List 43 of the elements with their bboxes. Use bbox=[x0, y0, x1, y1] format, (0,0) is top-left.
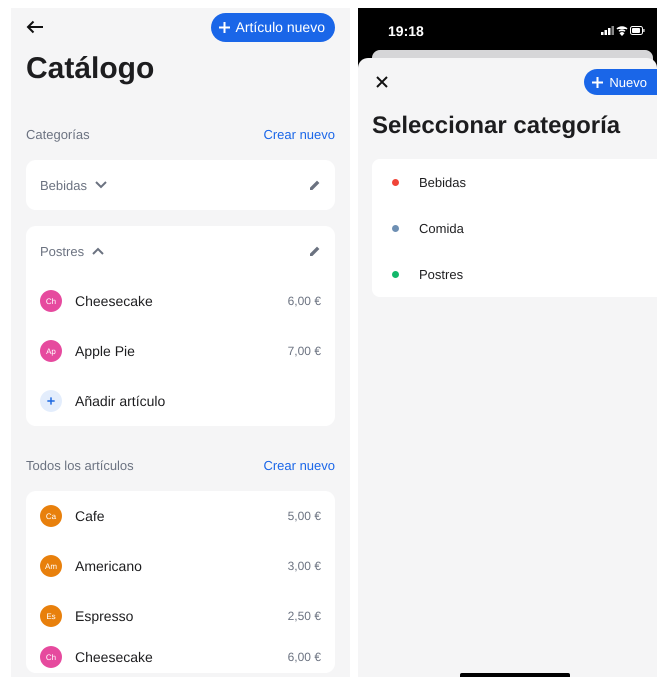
edit-icon[interactable] bbox=[309, 179, 321, 191]
new-item-button[interactable]: Artículo nuevo bbox=[210, 12, 335, 42]
chevron-down-icon[interactable] bbox=[94, 181, 107, 189]
category-option[interactable]: Comida bbox=[419, 220, 464, 236]
chevron-up-icon[interactable] bbox=[92, 247, 104, 255]
item-price: 5,00 € bbox=[288, 509, 321, 523]
create-new-link[interactable]: Crear nuevo bbox=[263, 458, 335, 472]
status-icons-drawing bbox=[601, 25, 645, 36]
close-icon[interactable] bbox=[376, 76, 388, 88]
item-name[interactable]: Espresso bbox=[75, 608, 134, 624]
plus-icon bbox=[592, 76, 604, 88]
item-price: 6,00 € bbox=[288, 650, 321, 664]
item-price: 3,00 € bbox=[288, 559, 321, 573]
item-name[interactable]: Americano bbox=[75, 558, 142, 574]
item-price: 7,00 € bbox=[288, 344, 321, 358]
item-avatar: Es bbox=[40, 605, 62, 627]
section-label: Todos los artículos bbox=[26, 458, 134, 472]
status-time: 19:18 bbox=[388, 22, 424, 38]
item-name[interactable]: Cheesecake bbox=[75, 649, 153, 665]
item-name[interactable]: Apple Pie bbox=[75, 343, 135, 359]
back-icon[interactable] bbox=[26, 20, 44, 34]
new-button[interactable]: Nuevo bbox=[584, 69, 657, 95]
sheet-title: Seleccionar categoría bbox=[372, 111, 622, 141]
item-name[interactable]: Cheesecake bbox=[75, 293, 153, 309]
add-item-link[interactable]: Añadir artículo bbox=[75, 393, 166, 409]
edit-icon[interactable] bbox=[309, 245, 321, 257]
section-label: Categorías bbox=[26, 126, 90, 142]
item-name[interactable]: Cafe bbox=[75, 508, 105, 524]
item-avatar: Am bbox=[40, 555, 62, 577]
category-name[interactable]: Postres bbox=[40, 244, 84, 258]
item-avatar: Ch bbox=[40, 646, 62, 668]
item-price: 2,50 € bbox=[288, 609, 321, 623]
page-title: Catálogo bbox=[26, 51, 156, 87]
category-option[interactable]: Postres bbox=[419, 266, 464, 282]
category-option[interactable]: Bebidas bbox=[419, 174, 466, 190]
item-price: 6,00 € bbox=[288, 294, 321, 308]
item-avatar: Ap bbox=[40, 340, 62, 362]
create-new-link[interactable]: Crear nuevo bbox=[263, 126, 335, 142]
add-icon[interactable] bbox=[40, 390, 62, 412]
item-avatar: Ca bbox=[40, 505, 62, 527]
category-name[interactable]: Bebidas bbox=[40, 178, 87, 192]
plus-icon bbox=[218, 22, 230, 32]
item-avatar: Ch bbox=[40, 290, 62, 312]
